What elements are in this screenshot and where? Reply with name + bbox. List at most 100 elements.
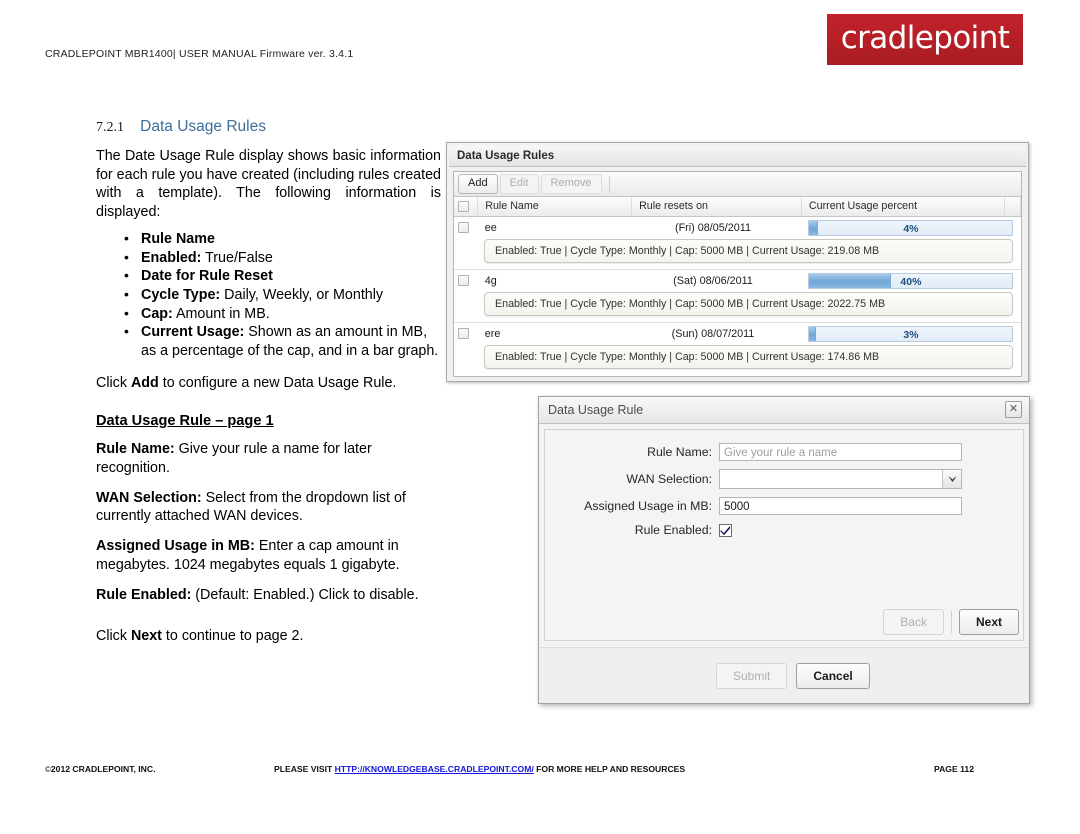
back-button[interactable]: Back [883, 609, 944, 635]
table-detail-row: Enabled: True | Cycle Type: Monthly | Ca… [454, 238, 1021, 269]
click-next-bold: Next [130, 628, 162, 645]
column-header-rule-name[interactable]: Rule Name [477, 197, 633, 217]
usage-progress-bar: 4% [808, 219, 1014, 236]
row-checkbox[interactable] [458, 328, 469, 340]
click-next-post: to continue to page 2. [161, 628, 304, 645]
select-all-checkbox[interactable] [458, 200, 469, 212]
select-all-header[interactable] [454, 197, 479, 217]
click-next-paragraph: Click Next to continue to page 2. [96, 627, 441, 646]
definition-text: (Default: Enabled.) Click to disable. [191, 586, 419, 603]
submit-button[interactable]: Submit [716, 662, 788, 689]
toolbar-divider [608, 175, 610, 193]
detail-cell: Enabled: True | Cycle Type: Monthly | Ca… [454, 344, 1021, 375]
intro-paragraph: The Date Usage Rule display shows basic … [96, 148, 441, 221]
click-add-paragraph: Click Add to configure a new Data Usage … [96, 374, 441, 393]
footer-copyright-text: 2012 CRADLEPOINT, INC. [50, 764, 156, 774]
knowledgebase-link[interactable]: HTTP://KNOWLEDGEBASE.CRADLEPOINT.COM/ [335, 764, 534, 774]
rule-enabled-label: Rule Enabled: [634, 523, 712, 537]
rule-name-label: Rule Name: [647, 445, 712, 459]
content-column: 7.2.1 Data Usage Rules The Date Usage Ru… [96, 118, 441, 657]
usage-percent-label: 4% [903, 222, 919, 235]
form-row-rule-name: Rule Name: Give your rule a name [545, 443, 1023, 461]
detail-cell: Enabled: True | Cycle Type: Monthly | Ca… [454, 238, 1021, 269]
cell-rule-name: 4g [484, 274, 497, 287]
bullet-term: Current Usage: [141, 324, 245, 341]
click-next-pre: Click [96, 628, 131, 645]
bullet-term: Rule Name [141, 230, 215, 247]
table-row[interactable]: ere (Sun) 08/07/2011 3% [454, 322, 1021, 345]
rule-detail-text: Enabled: True | Cycle Type: Monthly | Ca… [484, 344, 1013, 369]
bullet-term: Enabled: [141, 249, 202, 266]
table-body: ee (Fri) 08/05/2011 4% Enabled: True | C… [454, 216, 1021, 375]
definition-rule-name: Rule Name: Give your rule a name for lat… [96, 440, 441, 477]
list-item: Rule Name [124, 229, 441, 249]
wan-selection-dropdown[interactable] [719, 469, 962, 489]
table-row[interactable]: ee (Fri) 08/05/2011 4% [454, 216, 1021, 239]
row-select-cell[interactable] [454, 322, 478, 345]
add-button[interactable]: Add [458, 173, 498, 195]
footer-copyright: ©2012 CRADLEPOINT, INC. [45, 764, 156, 774]
definition-term: Rule Enabled: [96, 586, 192, 603]
dialog-title: Data Usage Rule [548, 403, 644, 417]
rule-enabled-checkbox[interactable] [719, 523, 732, 537]
column-header-rule-resets-on[interactable]: Rule resets on [631, 197, 802, 217]
cell-rule-name: ere [484, 327, 501, 340]
rule-detail-text: Enabled: True | Cycle Type: Monthly | Ca… [484, 291, 1013, 316]
table-detail-row: Enabled: True | Cycle Type: Monthly | Ca… [454, 291, 1021, 322]
list-item: Cycle Type: Daily, Weekly, or Monthly [124, 285, 441, 305]
bullet-term: Date for Rule Reset [141, 268, 273, 285]
row-select-cell[interactable] [454, 269, 478, 292]
row-checkbox[interactable] [458, 222, 469, 234]
usage-progress-bar: 3% [808, 325, 1014, 342]
click-add-pre: Click [96, 375, 131, 392]
bullet-text: Daily, Weekly, or Monthly [220, 286, 384, 303]
row-select-cell[interactable] [454, 216, 478, 239]
document-header-text: CRADLEPOINT MBR1400| USER MANUAL Firmwar… [45, 48, 354, 60]
bullet-term: Cycle Type: [141, 286, 221, 303]
definition-wan-selection: WAN Selection: Select from the dropdown … [96, 489, 441, 526]
bullet-term: Cap: [141, 305, 173, 322]
section-heading: 7.2.1 Data Usage Rules [96, 118, 441, 136]
data-usage-rules-panel: Data Usage Rules Add Edit Remove Rule Na… [446, 142, 1029, 382]
rule-detail-text: Enabled: True | Cycle Type: Monthly | Ca… [484, 238, 1013, 263]
definition-rule-enabled: Rule Enabled: (Default: Enabled.) Click … [96, 586, 441, 605]
list-item: Current Usage: Shown as an amount in MB,… [124, 322, 441, 360]
footer-post-text: FOR MORE HELP AND RESOURCES [533, 764, 686, 774]
assigned-usage-label: Assigned Usage in MB: [584, 499, 712, 513]
table-row[interactable]: 4g (Sat) 08/06/2011 40% [454, 269, 1021, 292]
feature-bullet-list: Rule Name Enabled: True/False Date for R… [96, 229, 441, 361]
logo-text: cradlepoint [840, 19, 1010, 56]
rule-name-input[interactable]: Give your rule a name [719, 443, 962, 461]
bullet-text: Amount in MB. [172, 305, 270, 322]
edit-button[interactable]: Edit [499, 173, 539, 195]
chevron-down-icon[interactable] [942, 470, 961, 488]
cancel-button[interactable]: Cancel [796, 662, 870, 689]
remove-button[interactable]: Remove [540, 173, 602, 195]
page-title: Data Usage Rules [140, 118, 266, 135]
dialog-wizard-nav: Back Next [883, 609, 1019, 635]
panel-title: Data Usage Rules [449, 145, 1026, 167]
panel-content: Add Edit Remove Rule Name Rule resets on… [453, 171, 1022, 377]
form-row-rule-enabled: Rule Enabled: [545, 523, 1023, 537]
close-icon[interactable]: ✕ [1005, 401, 1022, 418]
dialog-footer: Submit Cancel [539, 647, 1029, 703]
cell-usage-percent: 3% [801, 322, 1020, 345]
definition-term: Rule Name: [96, 441, 175, 458]
data-usage-rule-dialog: Data Usage Rule ✕ Rule Name: Give your r… [538, 396, 1030, 704]
row-checkbox[interactable] [458, 275, 469, 287]
cradlepoint-logo: cradlepoint [827, 14, 1023, 65]
table-detail-row: Enabled: True | Cycle Type: Monthly | Ca… [454, 344, 1021, 375]
usage-percent-label: 40% [900, 275, 922, 288]
cell-usage-percent: 40% [801, 269, 1020, 292]
column-header-current-usage-percent[interactable]: Current Usage percent [801, 197, 1005, 217]
cell-rule-resets-on: (Fri) 08/05/2011 [674, 221, 751, 234]
section-number: 7.2.1 [96, 120, 124, 135]
next-button[interactable]: Next [958, 609, 1019, 635]
detail-cell: Enabled: True | Cycle Type: Monthly | Ca… [454, 291, 1021, 322]
column-header-spacer [1004, 197, 1022, 217]
form-row-wan-selection: WAN Selection: [545, 469, 1023, 489]
wan-selection-label: WAN Selection: [626, 472, 712, 486]
usage-percent-label: 3% [903, 328, 919, 341]
assigned-usage-input[interactable]: 5000 [719, 497, 962, 515]
cell-rule-resets-on: (Sat) 08/06/2011 [673, 274, 753, 287]
